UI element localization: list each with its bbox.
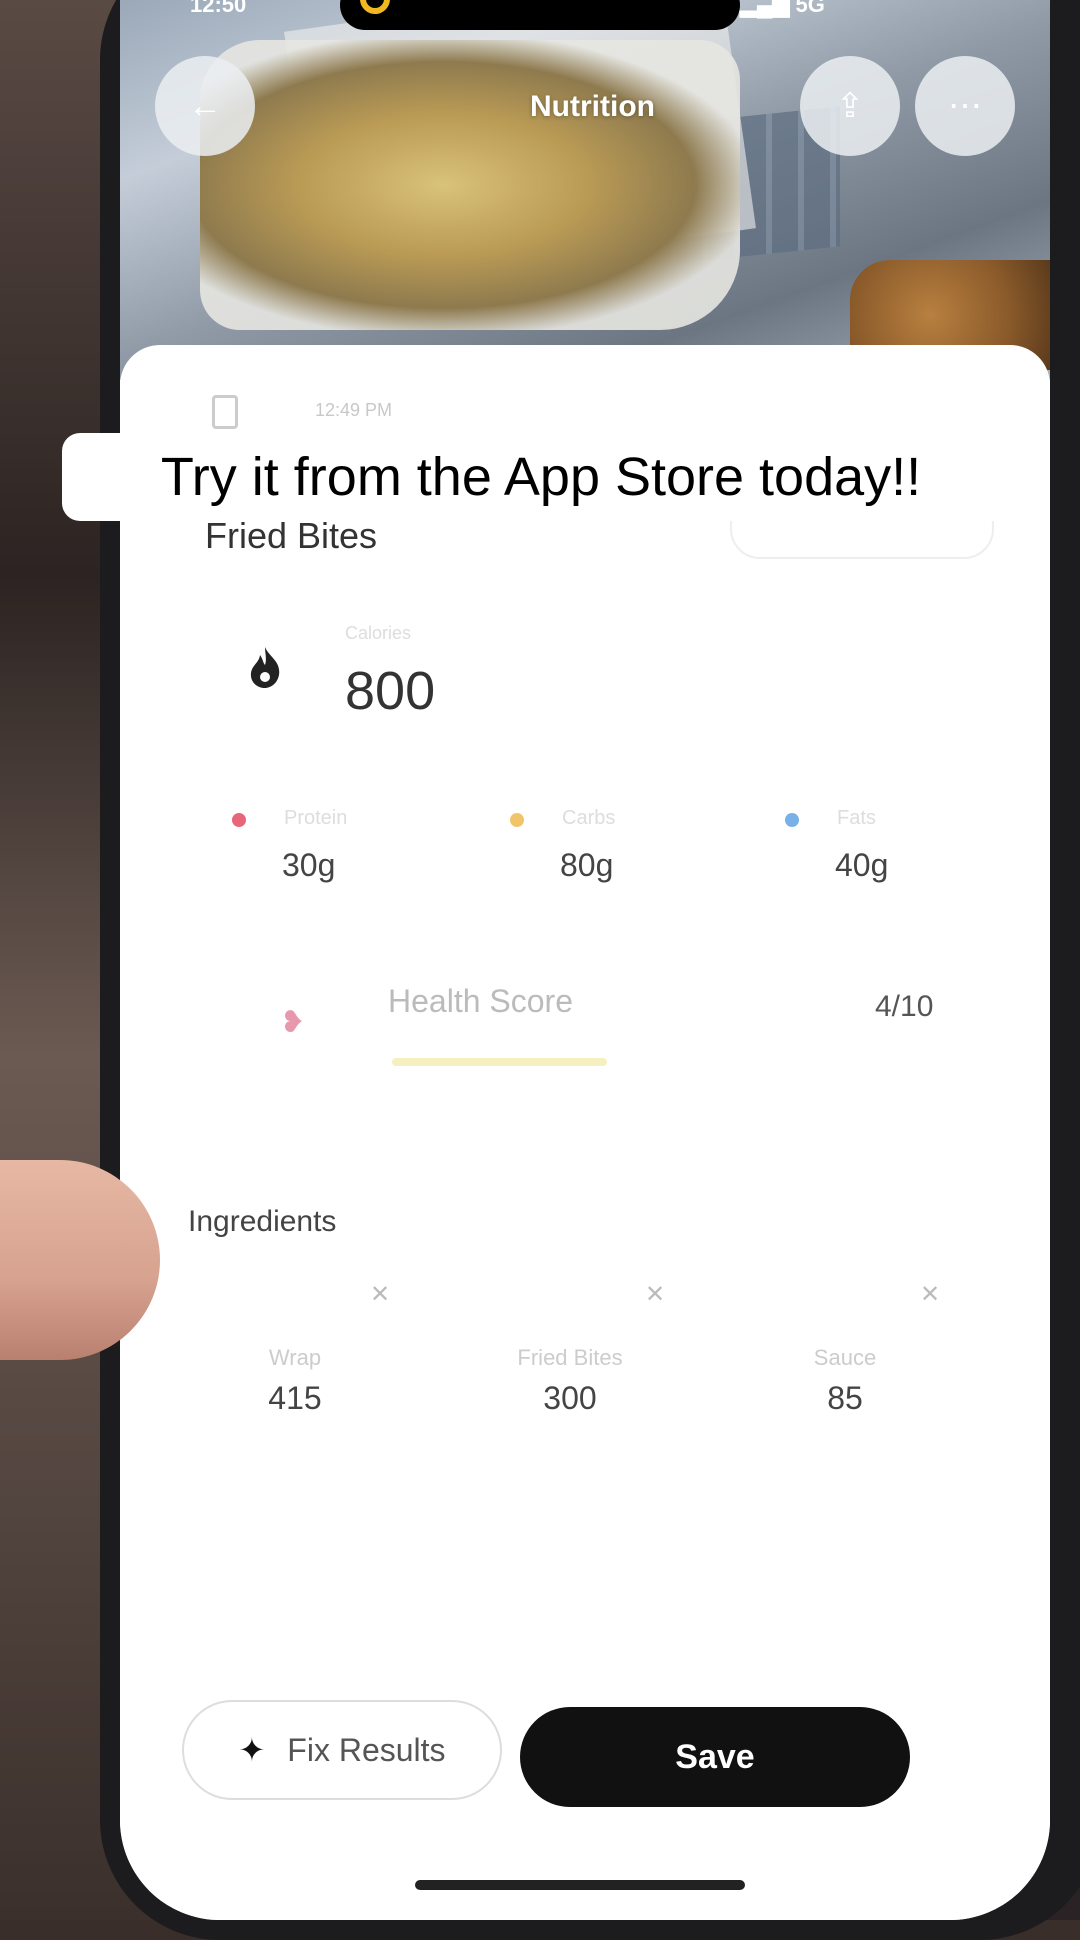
health-score-label: Health Score — [388, 983, 573, 1019]
remove-icon[interactable]: ✕ — [645, 1280, 665, 1309]
network-label: 5G — [795, 0, 825, 17]
ingredient-calories: 415 — [268, 1380, 322, 1416]
more-icon: ⋯ — [948, 87, 982, 125]
meal-name: Fried Bites — [205, 515, 378, 556]
fats-icon — [785, 813, 799, 827]
remove-icon[interactable]: ✕ — [370, 1280, 390, 1309]
flame-icon — [250, 647, 280, 688]
health-score-bar — [392, 1058, 607, 1066]
fix-results-label: Fix Results — [287, 1731, 446, 1768]
calories-label: Calories — [345, 623, 412, 643]
macro-value: 40g — [835, 847, 889, 883]
meal-time: 12:49 PM — [315, 400, 393, 420]
share-icon: ⇪ — [835, 87, 865, 125]
video-caption: Try it from the App Store today!! — [62, 433, 1020, 521]
ingredient-name: Sauce — [813, 1345, 877, 1370]
ingredient-name: Wrap — [268, 1345, 322, 1370]
page-title: Nutrition — [530, 90, 655, 123]
macro-label: Fats — [837, 807, 876, 829]
bookmark-icon[interactable] — [212, 395, 238, 429]
calories-value: 800 — [345, 661, 436, 721]
share-button[interactable]: ⇪ — [800, 56, 900, 156]
macro-value: 80g — [560, 847, 614, 883]
nutrition-sheet: 12:49 PM Fried Bites Calories 800 Protei… — [120, 345, 1050, 1920]
sparkle-icon: ✦ — [238, 1732, 266, 1768]
wrap-food — [200, 40, 740, 330]
back-arrow-icon: ← — [188, 86, 222, 125]
home-indicator[interactable] — [415, 1880, 745, 1890]
broken-heart-icon: ❥ — [280, 1006, 306, 1039]
signal-status: ▂▄▆ 5G — [740, 0, 825, 18]
remove-icon[interactable]: ✕ — [920, 1280, 940, 1309]
fix-results-button[interactable]: ✦ Fix Results — [182, 1700, 502, 1800]
ingredients-title: Ingredients — [188, 1205, 337, 1238]
ingredient-name: Fried Bites — [517, 1345, 623, 1370]
back-button[interactable]: ← — [155, 56, 255, 156]
macro-label: Protein — [284, 807, 348, 829]
status-bar: 12:50 ▂▄▆ 5G — [120, 0, 1050, 30]
macro-value: 30g — [282, 847, 336, 883]
ingredient-calories: 300 — [543, 1380, 597, 1416]
macro-label: Carbs — [562, 807, 616, 829]
phone-screen: 12:50 ▂▄▆ 5G ← Nutrition ⇪ ⋯ 12:49 PM Fr… — [120, 0, 1050, 1920]
carbs-icon — [510, 813, 524, 827]
save-button[interactable]: Save — [520, 1707, 910, 1807]
more-button[interactable]: ⋯ — [915, 56, 1015, 156]
protein-icon — [232, 813, 246, 827]
status-time: 12:50 — [190, 0, 247, 17]
health-score-value: 4/10 — [875, 990, 934, 1023]
dynamic-island — [340, 0, 740, 30]
ingredient-calories: 85 — [827, 1380, 863, 1416]
food-photo: 12:50 ▂▄▆ 5G ← Nutrition ⇪ ⋯ — [120, 0, 1050, 380]
activity-ring-icon — [360, 0, 390, 14]
